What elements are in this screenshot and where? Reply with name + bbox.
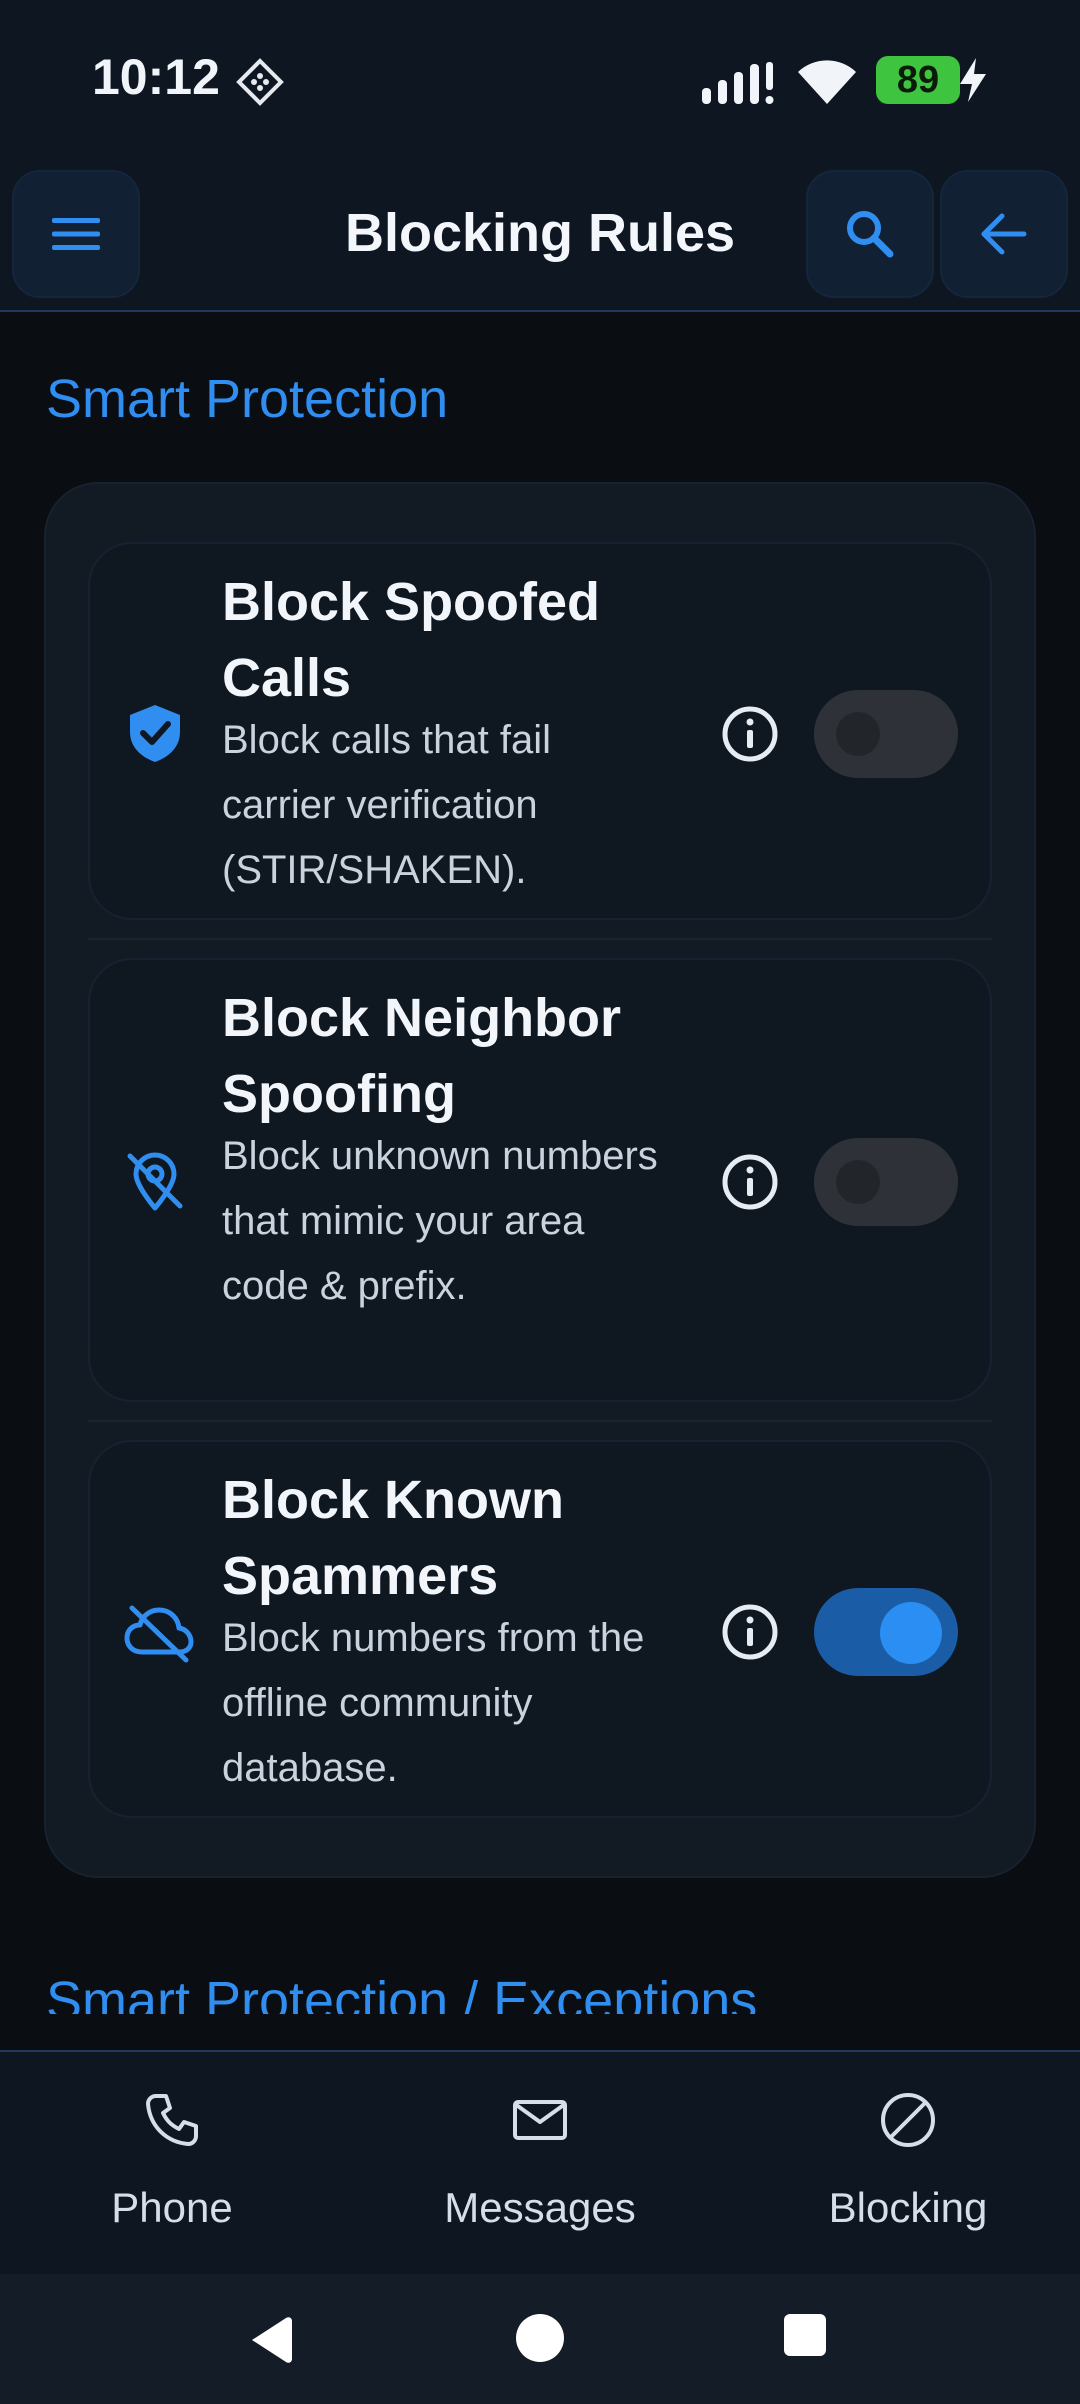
divider	[88, 1420, 992, 1422]
nav-label: Messages	[444, 2184, 636, 2231]
charging-bolt-icon	[960, 58, 986, 102]
section-title: Smart Protection	[46, 369, 449, 429]
battery-icon: 89	[876, 56, 960, 104]
toggle-knob	[880, 1602, 942, 1664]
diamond-notification-icon	[236, 58, 284, 106]
rule-title: Block Spoofed Calls	[222, 572, 601, 708]
block-icon	[881, 2093, 935, 2147]
rule-description: Block numbers from the offline community…	[222, 1616, 645, 1790]
rule-block-spoofed-calls: Block Spoofed Calls Block calls that fai…	[88, 542, 992, 920]
divider	[88, 938, 992, 940]
rule-title: Block Neighbor Spoofing	[222, 988, 622, 1124]
search-button[interactable]	[806, 170, 934, 298]
nav-item-messages[interactable]: Messages	[390, 2052, 690, 2276]
system-recents-icon[interactable]	[784, 2314, 826, 2356]
nav-label: Phone	[111, 2184, 233, 2231]
app-bar: Blocking Rules	[0, 160, 1080, 312]
nav-label: Blocking	[828, 2184, 988, 2231]
arrow-left-icon	[981, 213, 1027, 255]
back-button[interactable]	[940, 170, 1068, 298]
location-off-icon	[127, 1152, 183, 1211]
search-icon	[847, 211, 894, 258]
mail-icon	[513, 2100, 567, 2140]
toggle-knob	[836, 712, 880, 756]
info-icon[interactable]	[720, 704, 780, 764]
block-spoofed-calls-toggle[interactable]	[814, 690, 958, 778]
block-known-spammers-toggle[interactable]	[814, 1588, 958, 1676]
rule-description: Block unknown numbers that mimic your ar…	[222, 1134, 658, 1308]
status-time: 10:12	[92, 49, 220, 105]
section-title-exceptions: Smart Protection / Exceptions	[46, 1971, 758, 2014]
toggle-knob	[836, 1160, 880, 1204]
system-home-icon[interactable]	[516, 2314, 564, 2362]
block-neighbor-spoofing-toggle[interactable]	[814, 1138, 958, 1226]
info-icon[interactable]	[720, 1152, 780, 1212]
rule-block-known-spammers: Block Known Spammers Block numbers from …	[88, 1440, 992, 1818]
rule-description: Block calls that fail carrier verificati…	[222, 718, 552, 892]
nav-item-phone[interactable]: Phone	[22, 2052, 322, 2276]
nav-item-blocking[interactable]: Blocking	[758, 2052, 1058, 2276]
phone-icon	[146, 2094, 198, 2146]
status-bar: 10:12 89	[0, 0, 1080, 160]
system-back-icon[interactable]	[246, 2314, 294, 2366]
wifi-icon	[798, 60, 856, 104]
rule-block-neighbor-spoofing: Block Neighbor Spoofing Block unknown nu…	[88, 958, 992, 1402]
battery-level: 89	[896, 59, 940, 101]
cloud-off-icon	[124, 1605, 194, 1663]
info-icon[interactable]	[720, 1602, 780, 1662]
system-nav-bar	[0, 2274, 1080, 2404]
bottom-nav: Phone Messages Blocking	[0, 2050, 1080, 2276]
rule-title: Block Known Spammers	[222, 1470, 565, 1606]
shield-check-icon	[130, 705, 180, 762]
signal-icon	[702, 62, 774, 104]
